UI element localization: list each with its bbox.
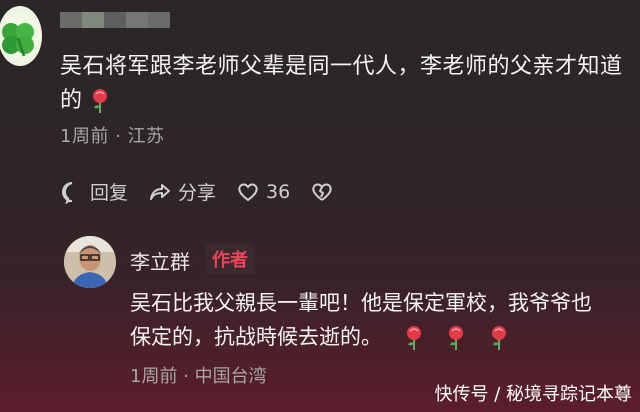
share-button[interactable]: 分享: [148, 178, 216, 205]
reply-icon: [62, 181, 73, 204]
like-button[interactable]: 36: [236, 180, 290, 204]
rose-icon: [492, 326, 507, 350]
meta-separator: ·: [183, 366, 189, 387]
rose-icon: [406, 326, 421, 350]
reply-line-1: 吴石比我父親長一輩吧！他是保定軍校，我爷爷也: [130, 291, 592, 315]
clover-icon: [2, 23, 34, 57]
share-label: 分享: [178, 182, 217, 204]
like-count: 36: [266, 180, 291, 203]
reply-time: 1周前: [130, 366, 178, 387]
author-badge: 作者: [205, 244, 255, 274]
author-name[interactable]: 李立群: [130, 246, 190, 275]
heart-icon: [238, 183, 258, 201]
comment-time: 1周前: [60, 126, 109, 147]
blurred-username: [60, 12, 180, 28]
share-icon: [150, 183, 171, 200]
reply-location: 中国台湾: [194, 366, 267, 387]
reply-line-2: 保定的，抗战時候去逝的。: [130, 320, 630, 354]
comment-text: 吴石将军跟李老师父辈是同一代人，李老师的父亲才知道 的 1周前 · 江苏: [60, 50, 628, 154]
broken-heart-icon: [312, 183, 332, 201]
watermark: 快传号 / 秘境寻踪记本尊: [434, 384, 632, 405]
rose-icon: [449, 326, 464, 350]
meta-separator: ·: [115, 126, 122, 147]
avatar[interactable]: [0, 6, 42, 66]
comment-actions: 回复 分享 36: [60, 178, 354, 205]
rose-icon: [92, 89, 107, 113]
comment-line-1: 吴石将军跟李老师父辈是同一代人，李老师的父亲才知道: [60, 54, 623, 79]
reply-text: 吴石比我父親長一輩吧！他是保定軍校，我爷爷也 保定的，抗战時候去逝的。 1周前 …: [130, 286, 630, 394]
dislike-button[interactable]: [310, 180, 334, 204]
reply-button[interactable]: 回复: [60, 178, 128, 205]
comment-location: 江苏: [127, 126, 165, 147]
reply-label: 回复: [90, 182, 129, 204]
author-avatar[interactable]: [64, 236, 116, 288]
comment-line-2: 的: [60, 84, 628, 118]
author-avatar-image: [64, 236, 116, 288]
comment-meta: 1周前 · 江苏: [60, 120, 628, 154]
